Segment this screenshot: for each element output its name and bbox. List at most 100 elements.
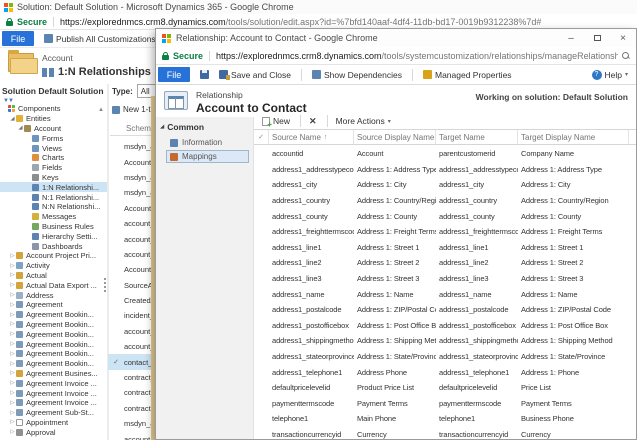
schema-row[interactable]: msdyn_a: [108, 416, 157, 431]
tree-item[interactable]: Business Rules: [0, 222, 107, 232]
schema-row[interactable]: Account_: [108, 201, 157, 216]
maximize-button[interactable]: [584, 29, 610, 47]
schema-row[interactable]: account_: [108, 231, 157, 246]
schema-row[interactable]: contractl: [108, 401, 157, 416]
managed-properties-button[interactable]: Managed Properties: [423, 70, 512, 80]
tree-item[interactable]: Views: [0, 143, 107, 153]
tree-item[interactable]: ▷Account Project Pri...: [0, 251, 107, 261]
column-header-target-display-name[interactable]: Target Display Name: [518, 130, 629, 144]
mapping-row[interactable]: address1_line3Address 1: Street 3address…: [254, 271, 636, 287]
tree-item[interactable]: ▷Agreement Bookin...: [0, 359, 107, 369]
tree-item[interactable]: ▷Agreement Bookin...: [0, 329, 107, 339]
bg-window-titlebar[interactable]: Solution: Default Solution - Microsoft D…: [0, 0, 637, 14]
tree-item[interactable]: ▷Appointment: [0, 418, 107, 428]
tree-item[interactable]: Hierarchy Setti...: [0, 231, 107, 241]
caret-closed-icon[interactable]: ▷: [9, 400, 16, 406]
tree-item[interactable]: ▷Address: [0, 290, 107, 300]
tree-item[interactable]: Forms: [0, 133, 107, 143]
caret-closed-icon[interactable]: ▷: [9, 282, 16, 288]
pane-splitter-handle[interactable]: [104, 278, 106, 280]
caret-closed-icon[interactable]: ▷: [9, 370, 16, 376]
tree-item[interactable]: ▷Actual Data Export ...: [0, 280, 107, 290]
schema-name-column-header[interactable]: Schema Na: [110, 121, 157, 136]
tree-item[interactable]: 1:N Relationshi...: [0, 182, 107, 192]
tree-item[interactable]: ◢Account: [0, 124, 107, 134]
schema-row[interactable]: account_: [108, 339, 157, 354]
tree-item[interactable]: Messages: [0, 212, 107, 222]
fg-url[interactable]: https://explorednmcs.crm8.dynamics.com/t…: [216, 51, 618, 61]
mapping-row[interactable]: transactioncurrencyidCurrencytransaction…: [254, 427, 636, 439]
caret-closed-icon[interactable]: ▷: [9, 302, 16, 308]
tree-item[interactable]: ▷Agreement Bookin...: [0, 349, 107, 359]
schema-row[interactable]: contract_: [108, 370, 157, 385]
mapping-row[interactable]: accountidAccountparentcustomeridCompany …: [254, 146, 636, 162]
column-header-source-name[interactable]: Source Name↑: [269, 130, 354, 144]
caret-closed-icon[interactable]: ▷: [9, 321, 16, 327]
tree-item[interactable]: ▷Agreement Invoice ...: [0, 388, 107, 398]
schema-row[interactable]: msdyn_a: [108, 170, 157, 185]
caret-closed-icon[interactable]: ▷: [9, 341, 16, 347]
tree-item[interactable]: ▷Actual: [0, 271, 107, 281]
fg-address-bar[interactable]: Secure https://explorednmcs.crm8.dynamic…: [156, 47, 636, 65]
caret-closed-icon[interactable]: ▷: [9, 380, 16, 386]
mapping-row[interactable]: address1_freighttermscodeAddress 1: Frei…: [254, 224, 636, 240]
schema-row[interactable]: contract_: [108, 385, 157, 400]
save-and-close-button[interactable]: Save and Close: [219, 70, 291, 80]
schema-row[interactable]: incident_: [108, 308, 157, 323]
caret-closed-icon[interactable]: ▷: [9, 292, 16, 298]
column-header-target-name[interactable]: Target Name: [436, 130, 518, 144]
caret-open-icon[interactable]: ◢: [17, 125, 24, 131]
schema-row[interactable]: msdyn_a: [108, 139, 157, 154]
tree-item[interactable]: Components: [0, 104, 107, 114]
mapping-row[interactable]: address1_line2Address 1: Street 2address…: [254, 255, 636, 271]
bg-file-button[interactable]: File: [2, 31, 34, 46]
caret-closed-icon[interactable]: ▷: [9, 263, 16, 269]
caret-open-icon[interactable]: ◢: [9, 116, 16, 122]
help-button[interactable]: ? Help ▾: [592, 70, 629, 80]
caret-closed-icon[interactable]: ▷: [9, 361, 16, 367]
nav-item-information[interactable]: Information: [166, 136, 249, 149]
close-button[interactable]: ×: [610, 29, 636, 47]
mapping-row[interactable]: paymenttermscodePayment Termspaymentterm…: [254, 396, 636, 412]
mapping-row[interactable]: address1_countryAddress 1: Country/Regio…: [254, 193, 636, 209]
caret-closed-icon[interactable]: ▷: [9, 429, 16, 435]
mapping-row[interactable]: address1_countyAddress 1: Countyaddress1…: [254, 208, 636, 224]
tree-item[interactable]: ▷Agreement Bookin...: [0, 310, 107, 320]
mapping-row[interactable]: address1_cityAddress 1: Cityaddress1_cit…: [254, 177, 636, 193]
mapping-row[interactable]: address1_postalcodeAddress 1: ZIP/Postal…: [254, 302, 636, 318]
select-all-column-header[interactable]: ✓: [254, 130, 269, 144]
caret-closed-icon[interactable]: ▷: [9, 253, 16, 259]
nav-group-common[interactable]: ◢ Common: [156, 117, 253, 135]
schema-row[interactable]: account: [108, 431, 157, 440]
schema-row[interactable]: account_: [108, 247, 157, 262]
schema-row[interactable]: ✓contact_: [108, 354, 157, 369]
schema-row[interactable]: SourceA: [108, 278, 157, 293]
caret-closed-icon[interactable]: ▷: [9, 390, 16, 396]
schema-row[interactable]: Account_: [108, 262, 157, 277]
mapping-row[interactable]: address1_nameAddress 1: Nameaddress1_nam…: [254, 286, 636, 302]
mapping-row[interactable]: defaultpricelevelidProduct Price Listdef…: [254, 380, 636, 396]
publish-all-customizations-button[interactable]: Publish All Customizations: [44, 34, 156, 44]
mapping-row[interactable]: address1_stateorprovinceAddress 1: State…: [254, 349, 636, 365]
bg-url[interactable]: https://explorednmcs.crm8.dynamics.com/t…: [60, 17, 541, 27]
tree-item[interactable]: ▷Agreement: [0, 300, 107, 310]
caret-closed-icon[interactable]: ▷: [9, 351, 16, 357]
caret-closed-icon[interactable]: ▷: [9, 419, 16, 425]
schema-row[interactable]: account_: [108, 216, 157, 231]
tree-item[interactable]: ▷Agreement Invoice ...: [0, 378, 107, 388]
fg-window-titlebar[interactable]: Relationship: Account to Contact - Googl…: [156, 29, 636, 47]
delete-mapping-button[interactable]: ✕: [309, 116, 317, 127]
show-dependencies-button[interactable]: Show Dependencies: [312, 70, 402, 80]
mapping-row[interactable]: telephone1Main Phonetelephone1Business P…: [254, 411, 636, 427]
caret-closed-icon[interactable]: ▷: [9, 272, 16, 278]
minimize-button[interactable]: –: [558, 29, 584, 47]
tree-item[interactable]: ▷Agreement Invoice ...: [0, 398, 107, 408]
tree-item[interactable]: Charts: [0, 153, 107, 163]
new-mapping-button[interactable]: New: [262, 116, 290, 126]
more-actions-button[interactable]: More Actions ▾: [336, 116, 391, 126]
schema-row[interactable]: account_: [108, 324, 157, 339]
schema-row[interactable]: CreatedA: [108, 293, 157, 308]
tree-item[interactable]: ▷Activity: [0, 261, 107, 271]
tree-item[interactable]: ▷Agreement Bookin...: [0, 320, 107, 330]
caret-closed-icon[interactable]: ▷: [9, 331, 16, 337]
